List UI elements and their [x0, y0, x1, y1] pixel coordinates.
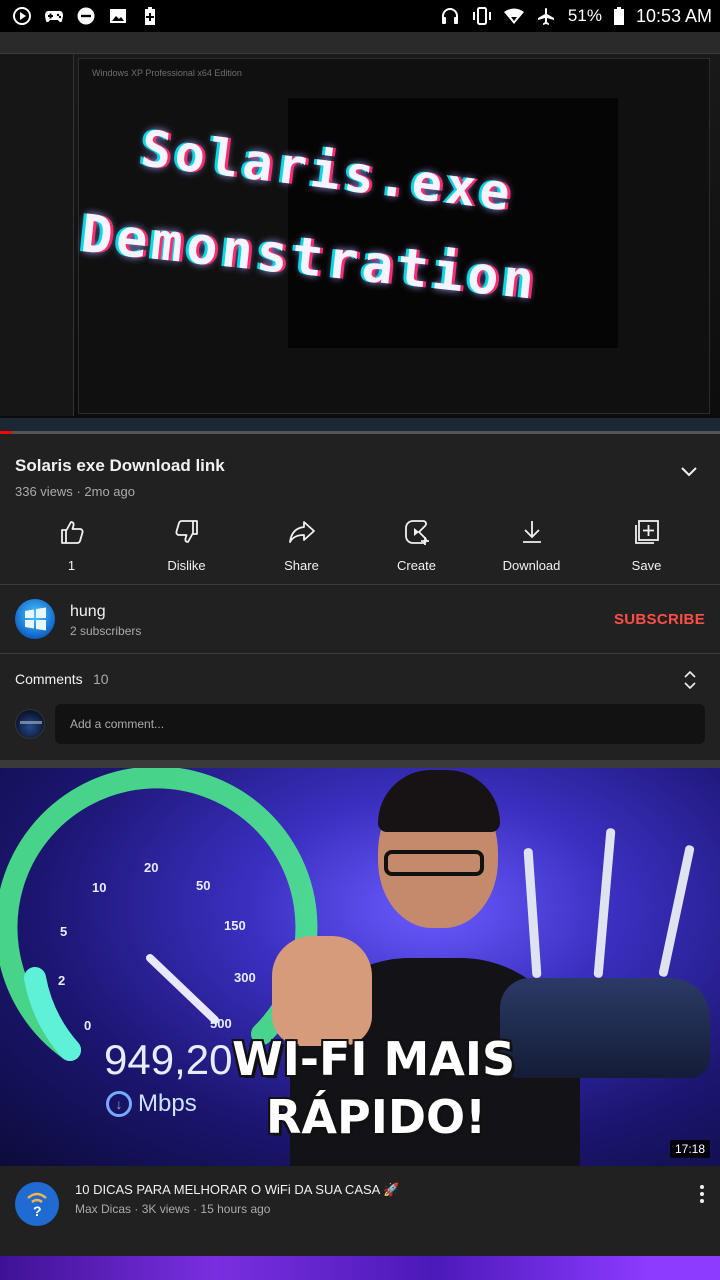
- share-icon: [288, 518, 316, 546]
- wifi-question-icon: ?: [27, 1192, 47, 1219]
- video-title: Solaris exe Download link: [15, 456, 225, 475]
- thumbnail-speed-unit: ↓ Mbps: [106, 1090, 197, 1118]
- gauge-tick-label: 10: [92, 880, 106, 895]
- download-icon: [518, 518, 546, 546]
- download-arrow-icon: ↓: [106, 1091, 132, 1117]
- recommended-video-subtitle: Max Dicas · 3K views · 15 hours ago: [75, 1202, 270, 1216]
- airplane-mode-icon: [536, 6, 556, 26]
- gauge-tick-label: 2: [58, 973, 65, 988]
- channel-subscriber-count: 2 subscribers: [70, 624, 142, 638]
- expand-collapse-icon[interactable]: [682, 668, 698, 692]
- thumbnail-headline-line1: WI-FI MAIS: [232, 1032, 516, 1086]
- channel-avatar[interactable]: [15, 599, 55, 639]
- battery-percent: 51%: [567, 6, 602, 25]
- section-separator: [0, 760, 720, 768]
- recommended-video-title[interactable]: 10 DICAS PARA MELHORAR O WiFi DA SUA CAS…: [75, 1182, 399, 1198]
- download-label: Download: [502, 558, 561, 573]
- create-icon: [403, 518, 431, 546]
- thumbs-down-icon: [173, 518, 201, 546]
- channel-avatar[interactable]: ?: [15, 1182, 59, 1226]
- recommended-age: 15 hours ago: [200, 1202, 271, 1216]
- gauge-tick-label: 20: [144, 860, 158, 875]
- status-bar: 51% 10:53 AM: [0, 0, 720, 32]
- recommended-views: 3K views: [141, 1202, 190, 1216]
- thumbnail-glasses: [384, 850, 484, 876]
- vibrate-icon: [472, 6, 492, 26]
- thumbnail-ok-hand: [272, 936, 372, 1046]
- save-label: Save: [631, 558, 662, 573]
- save-button[interactable]: Save: [589, 512, 704, 584]
- video-duration-badge: 17:18: [669, 1140, 710, 1158]
- video-frame-window-title: Windows XP Professional x64 Edition: [92, 68, 242, 78]
- thumbs-up-icon: [58, 518, 86, 546]
- battery-saver-icon: [140, 6, 160, 26]
- comments-section[interactable]: Comments 10 Add a comment...: [0, 654, 720, 760]
- thumbnail-speed-value: 949,20: [104, 1036, 233, 1083]
- save-playlist-icon: [633, 518, 661, 546]
- create-label: Create: [396, 558, 437, 573]
- gauge-tick-label: 0: [84, 1018, 91, 1033]
- clock: 10:53 AM: [635, 5, 712, 26]
- router-graphic: [500, 978, 710, 1078]
- image-icon: [108, 6, 128, 26]
- video-frame-side-pane: [0, 54, 74, 416]
- headset-icon: [440, 6, 460, 26]
- dislike-button[interactable]: Dislike: [129, 512, 244, 584]
- svg-text:?: ?: [33, 1203, 42, 1219]
- game-controller-icon: [44, 6, 64, 26]
- video-views-age: 336 views · 2mo ago: [15, 484, 135, 499]
- like-count: 1: [67, 558, 76, 573]
- add-comment-input[interactable]: Add a comment...: [55, 704, 705, 744]
- create-button[interactable]: Create: [359, 512, 474, 584]
- video-views: 336 views: [15, 484, 73, 499]
- next-video-thumbnail[interactable]: [0, 1256, 720, 1280]
- gauge-tick-label: 500: [210, 1016, 232, 1031]
- video-metadata[interactable]: Solaris exe Download link 336 views · 2m…: [0, 434, 720, 512]
- gauge-tick-label: 150: [224, 918, 246, 933]
- gauge-tick-label: 5: [60, 924, 67, 939]
- thumbnail-speed-unit-text: Mbps: [138, 1090, 197, 1117]
- thumbnail-headline-line2: RÁPIDO!: [266, 1090, 487, 1144]
- user-avatar-detail: [20, 721, 42, 724]
- download-button[interactable]: Download: [474, 512, 589, 584]
- user-avatar: [15, 709, 45, 739]
- meta-separator: ·: [134, 1202, 142, 1216]
- video-frame-window-bar: [0, 32, 720, 54]
- recommended-video-meta[interactable]: ? 10 DICAS PARA MELHORAR O WiFi DA SUA C…: [0, 1166, 720, 1256]
- dislike-label: Dislike: [167, 558, 206, 573]
- chevron-down-icon[interactable]: [678, 460, 700, 482]
- media-play-icon: [12, 6, 32, 26]
- do-not-disturb-icon: [76, 6, 96, 26]
- gauge-tick-label: 300: [234, 970, 256, 985]
- gauge-tick-label: 50: [196, 878, 210, 893]
- subscribe-button[interactable]: SUBSCRIBE: [614, 611, 705, 628]
- video-frame-taskbar: [0, 418, 720, 432]
- recommended-channel-name: Max Dicas: [75, 1202, 132, 1216]
- channel-row[interactable]: hung 2 subscribers SUBSCRIBE: [0, 585, 720, 653]
- battery-icon: [613, 6, 624, 26]
- channel-name[interactable]: hung: [70, 603, 106, 621]
- comments-count: 10: [93, 671, 109, 687]
- video-player[interactable]: Windows XP Professional x64 Edition Sola…: [0, 32, 720, 432]
- more-options-icon[interactable]: [696, 1184, 708, 1204]
- share-button[interactable]: Share: [244, 512, 359, 584]
- share-label: Share: [284, 558, 319, 573]
- comments-label: Comments: [15, 671, 83, 687]
- video-frame-dark-panel: [288, 98, 618, 348]
- action-row: 1 Dislike Share Create Download Save: [0, 512, 720, 584]
- video-age: 2mo ago: [84, 484, 135, 499]
- recommended-video-thumbnail[interactable]: 0 2 5 10 20 50 150 300 500 949,20 ↓ Mbps…: [0, 768, 720, 1166]
- like-button[interactable]: 1: [14, 512, 129, 584]
- wifi-icon: [503, 6, 524, 26]
